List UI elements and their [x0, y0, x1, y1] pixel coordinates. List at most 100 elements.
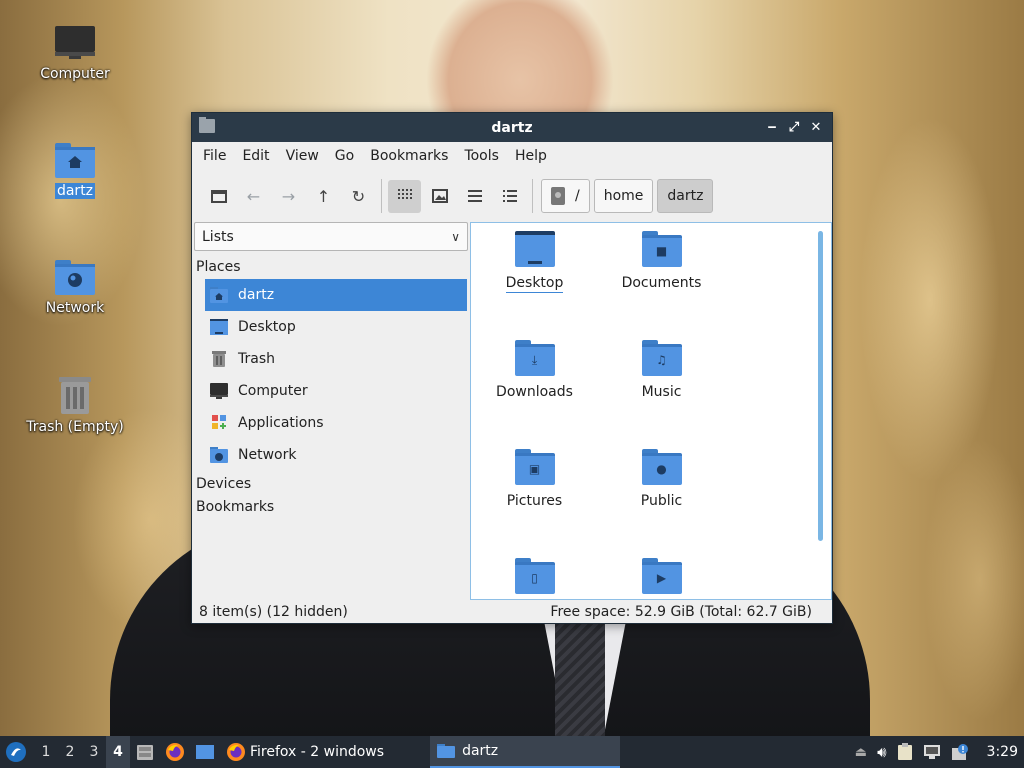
file-item-desktop[interactable]: Desktop — [471, 231, 598, 293]
up-button[interactable]: ↑ — [307, 180, 340, 213]
place-item-dartz[interactable]: dartz — [205, 279, 467, 311]
back-button[interactable]: ← — [237, 180, 270, 213]
firefox-launcher[interactable] — [160, 736, 190, 768]
downloads-folder-icon: ⤓ — [514, 340, 555, 376]
eject-icon[interactable]: ⏏ — [855, 745, 867, 760]
minimize-button[interactable]: ‒ — [762, 117, 782, 137]
file-item-pictures[interactable]: ▣ Pictures — [471, 449, 598, 509]
breadcrumb-root[interactable]: / — [541, 179, 590, 213]
menu-bookmarks[interactable]: Bookmarks — [362, 142, 456, 170]
workspace-4[interactable]: 4 — [106, 736, 130, 768]
trash-icon — [212, 351, 226, 367]
menu-view[interactable]: View — [278, 142, 327, 170]
image-icon — [431, 189, 448, 203]
workspace-1[interactable]: 1 — [34, 736, 58, 768]
desktop-icon-network[interactable]: Network — [25, 258, 125, 316]
toolbar: ← → ↑ ↻ / home dartz — [192, 170, 832, 222]
videos-folder-icon: ▶ — [641, 558, 682, 594]
templates-folder-icon: ▯ — [514, 558, 555, 594]
volume-icon[interactable]: 🔊︎ — [877, 743, 886, 761]
desktop-folder-icon — [514, 231, 555, 267]
documents-folder-icon: ■ — [641, 231, 682, 267]
thumbnail-view-button[interactable] — [423, 180, 456, 213]
file-item-music[interactable]: ♫ Music — [598, 340, 725, 400]
folder-icon — [437, 744, 456, 758]
statusbar: 8 item(s) (12 hidden) Free space: 52.9 G… — [192, 600, 832, 623]
desktop-icon — [210, 319, 228, 335]
home-icon — [210, 287, 228, 303]
place-item-label: Desktop — [238, 319, 296, 335]
workspace-3[interactable]: 3 — [82, 736, 106, 768]
public-folder-icon: ● — [641, 449, 682, 485]
network-wired-icon[interactable] — [923, 744, 941, 760]
place-item-label: Applications — [238, 415, 324, 431]
section-devices[interactable]: Devices — [193, 473, 469, 496]
task-label: Firefox - 2 windows — [250, 744, 385, 760]
menu-edit[interactable]: Edit — [234, 142, 277, 170]
file-item-downloads[interactable]: ⤓ Downloads — [471, 340, 598, 400]
start-menu-button[interactable] — [0, 736, 32, 768]
maximize-button[interactable]: ⤢ — [784, 117, 804, 137]
network-icon — [210, 447, 228, 463]
file-manager-launcher[interactable] — [130, 736, 160, 768]
close-button[interactable]: ✕ — [806, 117, 826, 137]
section-places[interactable]: Places — [193, 256, 469, 279]
computer-icon — [55, 26, 95, 59]
window-titlebar[interactable]: dartz ‒ ⤢ ✕ — [192, 113, 832, 142]
icon-view-button[interactable] — [388, 179, 421, 213]
menu-tools[interactable]: Tools — [456, 142, 507, 170]
new-tab-icon — [210, 190, 227, 203]
desktop-icon-label: Trash (Empty) — [26, 419, 124, 435]
breadcrumb-home[interactable]: home — [593, 179, 654, 213]
music-folder-icon: ♫ — [641, 340, 682, 376]
toolbar-separator — [381, 179, 382, 213]
vertical-scrollbar[interactable] — [818, 231, 823, 541]
menu-help[interactable]: Help — [507, 142, 555, 170]
update-notifier-icon[interactable] — [951, 743, 969, 761]
list-icon — [467, 190, 482, 202]
place-item-network[interactable]: Network — [205, 439, 467, 471]
menu-go[interactable]: Go — [327, 142, 362, 170]
chevron-down-icon: ∨ — [451, 229, 460, 244]
compact-view-button[interactable] — [458, 180, 491, 213]
file-item-templates[interactable]: ▯ — [471, 558, 598, 599]
arrow-right-icon: → — [281, 186, 296, 206]
menubar: File Edit View Go Bookmarks Tools Help — [192, 142, 832, 170]
desktop-icon-label: Network — [45, 300, 105, 316]
file-item-label: Music — [641, 384, 682, 400]
clipboard-icon[interactable] — [897, 743, 913, 761]
file-item-label: Public — [640, 493, 683, 509]
taskbar: 1 2 3 4 Firefox - 2 windows dartz ⏏ 🔊︎ 3… — [0, 736, 1024, 768]
desktop-icon-home[interactable]: dartz — [25, 141, 125, 199]
place-item-computer[interactable]: Computer — [205, 375, 467, 407]
place-item-trash[interactable]: Trash — [205, 343, 467, 375]
detailed-list-icon — [502, 190, 517, 202]
task-dartz[interactable]: dartz — [430, 736, 621, 768]
file-item-label: Documents — [621, 275, 702, 291]
menu-file[interactable]: File — [195, 142, 234, 170]
clock[interactable]: 3:29 — [987, 744, 1018, 760]
lubuntu-logo-icon — [6, 742, 26, 762]
place-item-desktop[interactable]: Desktop — [205, 311, 467, 343]
new-tab-button[interactable] — [202, 180, 235, 213]
workspace-2[interactable]: 2 — [58, 736, 82, 768]
forward-button[interactable]: → — [272, 180, 305, 213]
show-desktop-button[interactable] — [190, 736, 220, 768]
file-item-videos[interactable]: ▶ — [598, 558, 725, 599]
reload-button[interactable]: ↻ — [342, 180, 375, 213]
section-bookmarks[interactable]: Bookmarks — [193, 496, 469, 519]
task-firefox[interactable]: Firefox - 2 windows — [220, 736, 390, 768]
place-item-applications[interactable]: Applications — [205, 407, 467, 439]
detailed-view-button[interactable] — [493, 180, 526, 213]
file-item-public[interactable]: ● Public — [598, 449, 725, 509]
toolbar-separator — [532, 179, 533, 213]
side-pane-mode-select[interactable]: Lists ∨ — [194, 222, 468, 251]
network-folder-icon — [55, 260, 95, 295]
drive-icon — [551, 187, 565, 205]
desktop-icon-computer[interactable]: Computer — [25, 24, 125, 82]
breadcrumb-dartz[interactable]: dartz — [657, 179, 714, 213]
side-pane: Lists ∨ Places dartz Desktop Trash Compu… — [193, 222, 469, 600]
home-folder-icon — [55, 143, 95, 178]
desktop-icon-trash[interactable]: Trash (Empty) — [25, 375, 125, 435]
file-item-documents[interactable]: ■ Documents — [598, 231, 725, 291]
